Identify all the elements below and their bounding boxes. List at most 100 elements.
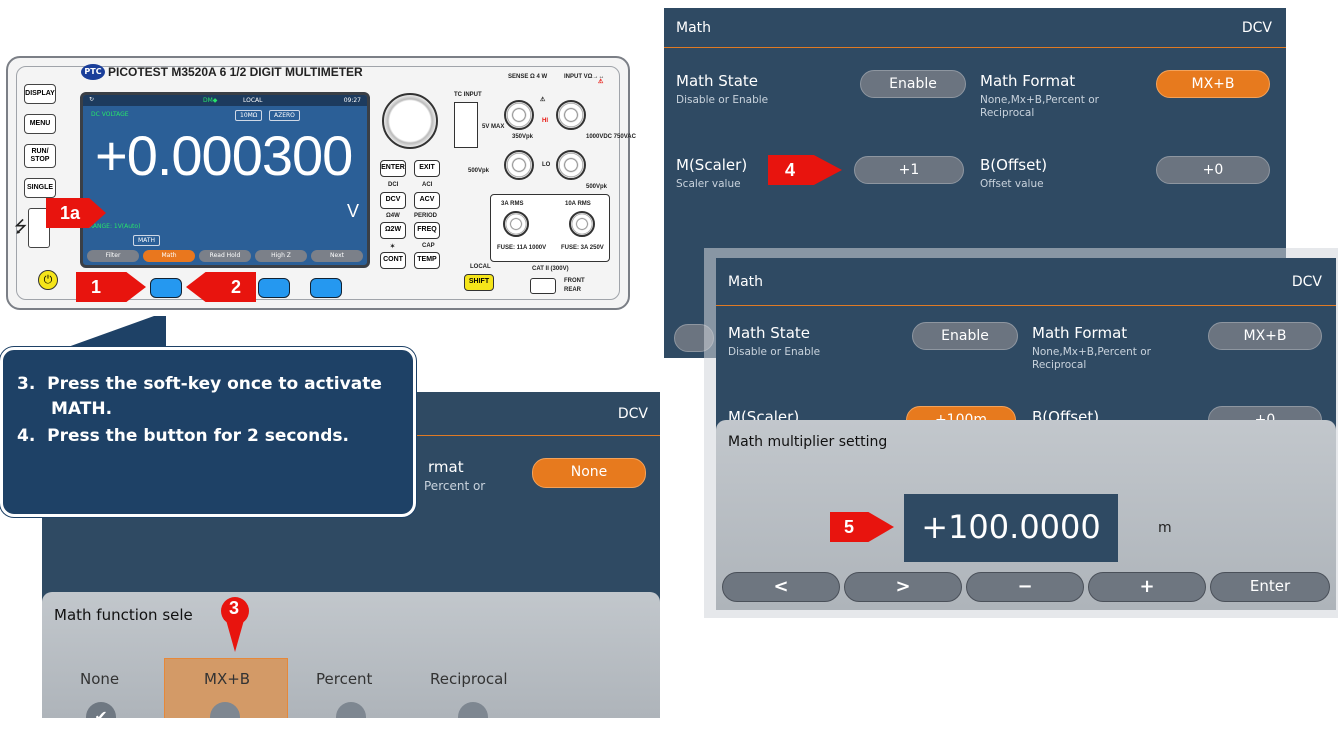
display-button[interactable]: DISPLAY — [24, 84, 56, 104]
multiplier-value-field[interactable]: +100.0000 — [904, 494, 1118, 562]
500vpk-right-label: 500Vpk — [586, 184, 608, 190]
lcd-softkey-math: Math — [143, 250, 195, 262]
b-offset-button[interactable]: +0 — [1156, 156, 1270, 184]
math-format-none-button[interactable]: None — [532, 458, 646, 488]
lcd-reading: +0.000300 — [95, 124, 353, 187]
lcd-math-indicator: MATH — [133, 235, 160, 246]
hi-label: HI — [542, 118, 548, 124]
screen-mid-mode: DCV — [1291, 274, 1322, 290]
warning-icon: ⚠ — [540, 97, 546, 103]
run-stop-button[interactable]: RUN/ STOP — [24, 144, 56, 168]
option-reciprocal-label[interactable]: Reciprocal — [430, 670, 508, 688]
lcd-azero-chip: AZERO — [269, 110, 300, 121]
enter-softkey[interactable]: Enter — [1210, 572, 1330, 602]
period-label: PERIOD — [414, 213, 438, 219]
exit-button[interactable]: EXIT — [414, 160, 440, 177]
lcd-softkey-read-hold: Read Hold — [199, 250, 251, 262]
local-label: LOCAL — [470, 264, 491, 270]
10a-rms-label: 10A RMS — [565, 201, 591, 207]
500vpk-left-label: 500Vpk — [468, 168, 490, 174]
lcd-dm-status: DM◆ — [203, 97, 218, 104]
lcd-range: RANGE: 1V(Auto) — [89, 223, 141, 230]
option-reciprocal-radio-icon[interactable] — [458, 702, 488, 718]
softkey-5[interactable] — [310, 278, 342, 298]
mid-math-format-button[interactable]: MX+B — [1208, 322, 1322, 350]
dci-label: DCI — [388, 182, 399, 188]
acv-button[interactable]: ACV — [414, 192, 440, 209]
3a-rms-label: 3A RMS — [501, 201, 524, 207]
lcd-status-bar: ↻ DM◆ LOCAL 09:27 — [83, 95, 367, 106]
rotary-knob[interactable] — [382, 93, 438, 149]
option-none-checked-icon[interactable]: ✔ — [86, 702, 116, 718]
single-button[interactable]: SINGLE — [24, 178, 56, 198]
math-state-label: Math State — [676, 72, 758, 90]
sense-label: SENSE Ω 4 W — [508, 74, 548, 80]
math-state-sub: Disable or Enable — [676, 94, 769, 106]
screen-mid-title: Math — [728, 274, 764, 290]
callout-step-4: 4. Press the button for 2 seconds. — [17, 426, 349, 446]
m-scaler-sub: Scaler value — [676, 178, 741, 190]
math-format-mxb-button[interactable]: MX+B — [1156, 70, 1270, 98]
dcv-button[interactable]: DCV — [380, 192, 406, 209]
refresh-icon: ↻ — [89, 96, 95, 103]
mid-math-state-label: Math State — [728, 324, 810, 342]
screen-top-title: Math — [676, 20, 712, 36]
mid-math-state-enable-button[interactable]: Enable — [912, 322, 1018, 350]
nav-left-button[interactable]: < — [722, 572, 840, 602]
mid-math-format-sub: None,Mx+B,Percent or Reciprocal — [1032, 346, 1151, 371]
math-function-dialog: Math function selen None MX+B Percent Re… — [42, 592, 660, 718]
power-button[interactable]: ⏻ — [38, 270, 58, 290]
front-rear-switch[interactable] — [530, 278, 556, 294]
callout-step-3: 3. Press the soft-key once to activate M… — [17, 374, 382, 419]
max-5v-label: 5V MAX — [482, 124, 505, 130]
screen-bottom-mode: DCV — [617, 406, 648, 422]
dialog-title-math-function: Math function selen — [54, 606, 232, 624]
diode-label: ✶ — [390, 244, 396, 250]
lcd-unit: V — [346, 201, 359, 221]
temp-button[interactable]: TEMP — [414, 252, 440, 269]
cont-button[interactable]: CONT — [380, 252, 406, 269]
mid-math-format-label: Math Format — [1032, 324, 1128, 342]
freq-button[interactable]: FREQ — [414, 222, 440, 239]
350vpk-label: 350Vpk — [512, 134, 534, 140]
option-none-label[interactable]: None — [80, 670, 119, 688]
math-format-sub-partial: Percent or — [424, 479, 486, 493]
tc-input-label: TC INPUT — [454, 92, 482, 98]
option-percent-radio-icon[interactable] — [336, 702, 366, 718]
warning-red-icon: ⚠ — [598, 79, 604, 85]
lo-label: LO — [542, 162, 551, 168]
front-label: FRONT — [564, 278, 585, 284]
option-percent-label[interactable]: Percent — [316, 670, 372, 688]
math-multiplier-dialog: Math multiplier setting +100.0000 m < > … — [716, 420, 1336, 610]
lcd-local-status: LOCAL — [243, 97, 263, 104]
softkey-2-math[interactable] — [150, 278, 182, 298]
multiplier-unit: m — [1158, 520, 1172, 536]
increment-button[interactable]: + — [1088, 572, 1206, 602]
enter-button[interactable]: ENTER — [380, 160, 406, 177]
lcd-softkey-filter: Filter — [87, 250, 139, 262]
multimeter-front-panel: PTC PICOTEST M3520A 6 1/2 DIGIT MULTIMET… — [6, 56, 636, 310]
current-terminal-box: 3A RMS 10A RMS FUSE: 11A 1000V FUSE: 3A … — [490, 194, 610, 262]
ohm2w-button[interactable]: Ω2W — [380, 222, 406, 239]
multiplier-dialog-title: Math multiplier setting — [728, 434, 888, 450]
nav-right-button[interactable]: > — [844, 572, 962, 602]
menu-button[interactable]: MENU — [24, 114, 56, 134]
picotest-logo: PTC — [81, 64, 105, 80]
decrement-button[interactable]: − — [966, 572, 1084, 602]
math-format-label: Math Format — [980, 72, 1076, 90]
m-scaler-button[interactable]: +1 — [854, 156, 964, 184]
3a-terminal — [503, 211, 529, 237]
shift-button[interactable]: SHIFT — [464, 274, 494, 291]
m-scaler-label: M(Scaler) — [676, 156, 748, 174]
mid-math-state-sub: Disable or Enable — [728, 346, 821, 358]
b-offset-label: B(Offset) — [980, 156, 1048, 174]
lcd-softkey-high-z: High Z — [255, 250, 307, 262]
lcd-softkey-next: Next — [311, 250, 363, 262]
cap-label: CAP — [422, 243, 435, 249]
math-state-enable-button[interactable]: Enable — [860, 70, 966, 98]
model-title: PICOTEST M3520A 6 1/2 DIGIT MULTIMETER — [108, 65, 363, 79]
rear-label: REAR — [564, 287, 582, 293]
softkey-4[interactable] — [258, 278, 290, 298]
option-mxb-label[interactable]: MX+B — [204, 670, 250, 688]
lcd-impedance-chip: 10MΩ — [235, 110, 263, 121]
